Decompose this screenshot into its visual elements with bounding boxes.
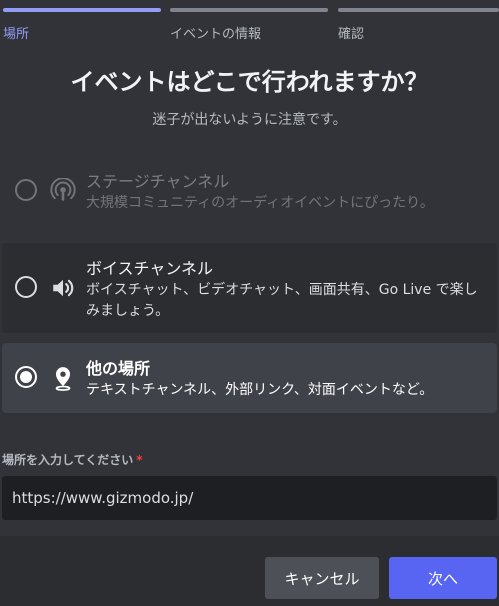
location-input[interactable] (2, 476, 497, 520)
progress-segment-info (170, 8, 328, 12)
progress-segment-confirm (338, 8, 499, 12)
step-label-info: イベントの情報 (170, 27, 262, 42)
option-title: ステージチャンネル (86, 172, 230, 191)
location-pin-icon (55, 367, 71, 391)
next-button[interactable]: 次へ (389, 557, 497, 599)
speaker-icon (53, 279, 74, 297)
location-label-text: 場所を入力してください (2, 453, 134, 467)
radio-stage-channel (15, 179, 37, 201)
option-other-location[interactable]: 他の場所 テキストチャンネル、外部リンク、対面イベントなど。 (2, 343, 497, 413)
option-title: ボイスチャンネル (86, 259, 214, 278)
option-description: テキストチャンネル、外部リンク、対面イベントなど。 (86, 382, 434, 398)
option-voice-channel[interactable]: ボイスチャンネル ボイスチャット、ビデオチャット、画面共有、Go Live で楽… (2, 243, 497, 333)
progress-bar (0, 8, 499, 12)
page-subtitle: 迷子が出ないように注意です。 (152, 112, 347, 128)
stage-channel-icon (50, 178, 76, 201)
option-description: ボイスチャット、ビデオチャット、画面共有、Go Live で楽しみましょう。 (86, 282, 478, 319)
cancel-button[interactable]: キャンセル (265, 557, 379, 599)
page-title: イベントはどこで行われますか？ (70, 68, 429, 96)
radio-other-location[interactable] (15, 366, 37, 388)
option-title: 他の場所 (86, 359, 151, 378)
progress-segment-location (3, 8, 161, 12)
option-description: 大規模コミュニティのオーディオイベントにぴったり。 (86, 195, 434, 211)
radio-voice-channel[interactable] (15, 276, 37, 298)
location-field-label: 場所を入力してください * (2, 451, 143, 468)
option-stage-channel: ステージチャンネル 大規模コミュニティのオーディオイベントにぴったり。 (2, 156, 497, 228)
required-mark: * (136, 453, 143, 467)
step-label-confirm: 確認 (338, 27, 365, 42)
step-label-location: 場所 (3, 27, 30, 42)
